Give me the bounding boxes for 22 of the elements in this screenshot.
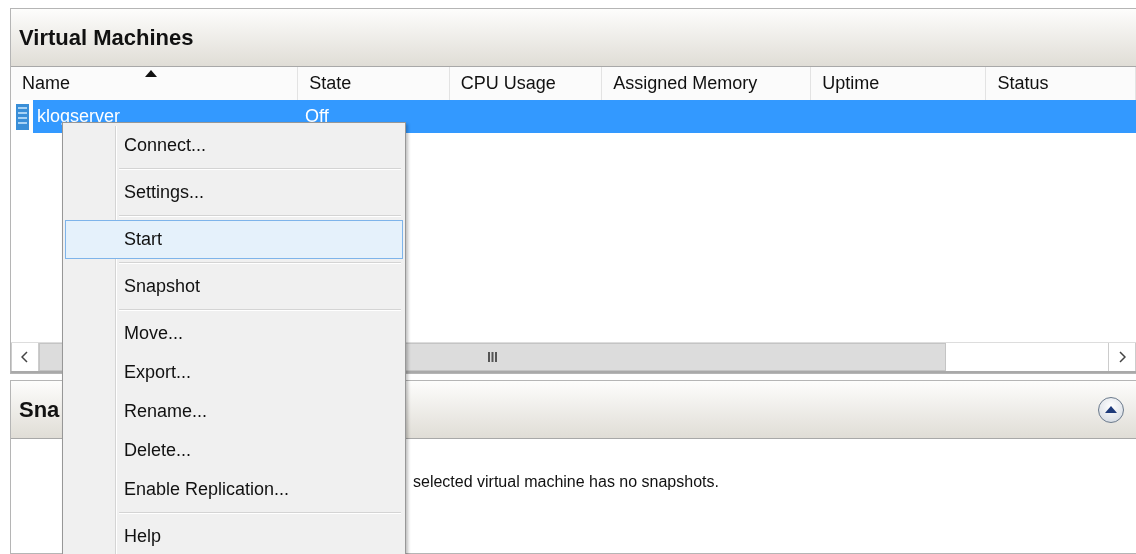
menu-item[interactable]: Enable Replication... xyxy=(65,470,403,509)
scroll-right-button[interactable] xyxy=(1108,343,1136,371)
panel-title: Sna xyxy=(19,396,60,423)
chevron-right-icon xyxy=(1118,351,1126,363)
table-cell-text: Off xyxy=(304,106,330,127)
server-icon xyxy=(16,103,29,130)
menu-item[interactable]: Rename... xyxy=(65,392,403,431)
menu-item[interactable]: Start xyxy=(65,220,403,259)
empty-message: selected virtual machine has no snapshots. xyxy=(413,473,719,490)
table-cell-text: klogserver xyxy=(36,106,122,127)
menu-item[interactable]: Delete... xyxy=(65,431,403,470)
menu-item[interactable]: Snapshot xyxy=(65,267,403,306)
triangle-up-icon xyxy=(1105,406,1117,413)
menu-item[interactable]: Move... xyxy=(65,314,403,353)
panel-title: Virtual Machines xyxy=(19,24,194,51)
menu-item[interactable]: Help xyxy=(65,517,403,554)
chevron-left-icon xyxy=(21,351,29,363)
collapse-button[interactable] xyxy=(1098,396,1124,423)
menu-item[interactable]: Settings... xyxy=(65,173,403,212)
scroll-left-button[interactable] xyxy=(11,343,39,371)
grip-icon xyxy=(488,352,497,362)
menu-item[interactable]: Export... xyxy=(65,353,403,392)
